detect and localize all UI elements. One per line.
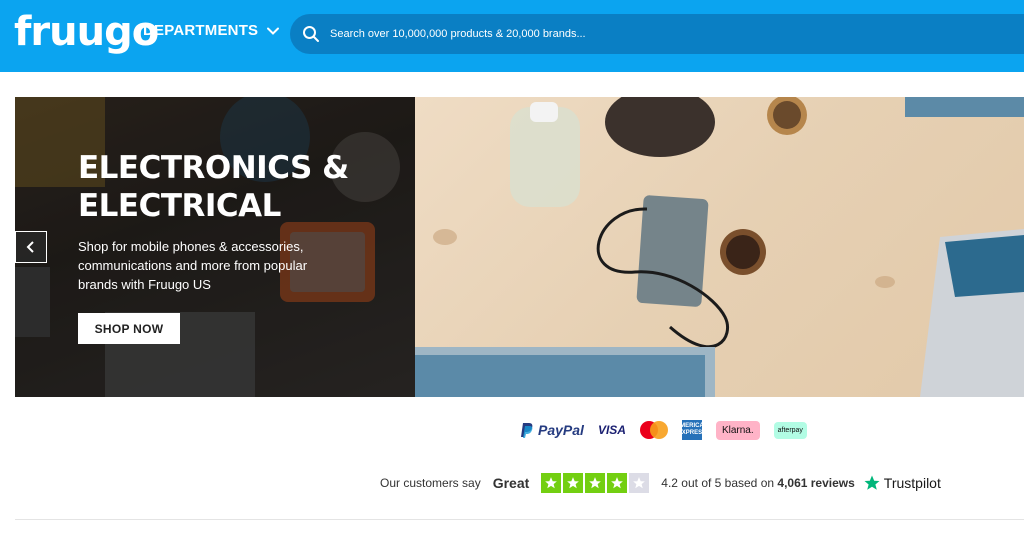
rating-star	[629, 473, 650, 493]
carousel-prev-button[interactable]	[15, 231, 47, 263]
chevron-left-icon	[26, 241, 34, 253]
mastercard-logo	[639, 421, 668, 439]
search-bar[interactable]	[290, 14, 1024, 54]
trustpilot-star-icon	[864, 475, 880, 490]
trustpilot-widget[interactable]: Our customers say Great 4.2 out of 5 bas…	[380, 472, 941, 494]
chevron-down-icon	[267, 27, 280, 35]
site-header: fruugo DEPARTMENTS	[0, 0, 1024, 72]
trustpilot-score: 4.2 out of 5 based on 4,061 reviews	[661, 476, 855, 490]
rating-star	[585, 473, 606, 493]
hero-banner: ELECTRONICS & ELECTRICAL Shop for mobile…	[15, 97, 1024, 397]
search-icon[interactable]	[302, 25, 320, 43]
hero-description: Shop for mobile phones & accessories, co…	[78, 239, 308, 292]
amex-logo: AMERICAN EXPRESS	[676, 420, 708, 440]
trustpilot-reviews-count: 4,061 reviews	[777, 476, 855, 490]
desk-illustration	[395, 97, 1024, 397]
rating-star	[541, 473, 562, 493]
visa-logo: VISA	[597, 423, 626, 437]
afterpay-logo: afterpay	[773, 421, 807, 439]
trustpilot-intro: Our customers say	[380, 476, 481, 490]
search-input[interactable]	[330, 28, 930, 40]
payment-methods: PayPal VISA AMERICAN EXPRESS Klarna. aft…	[520, 420, 807, 440]
section-divider	[15, 519, 1024, 520]
paypal-logo: PayPal	[520, 422, 584, 438]
paypal-icon	[521, 423, 533, 438]
trustpilot-stars	[541, 473, 650, 493]
rating-star	[607, 473, 628, 493]
departments-label: DEPARTMENTS	[143, 22, 259, 39]
rating-star	[563, 473, 584, 493]
hero-title: ELECTRONICS & ELECTRICAL	[78, 150, 349, 224]
shop-now-button[interactable]: SHOP NOW	[78, 313, 180, 344]
departments-menu[interactable]: DEPARTMENTS	[143, 22, 280, 39]
hero-image-desk	[395, 97, 1024, 397]
klarna-logo: Klarna.	[715, 420, 760, 440]
trustpilot-logo[interactable]: Trustpilot	[863, 474, 941, 492]
fruugo-logo[interactable]: fruugo	[14, 8, 159, 64]
trustpilot-rating-word: Great	[492, 475, 530, 491]
